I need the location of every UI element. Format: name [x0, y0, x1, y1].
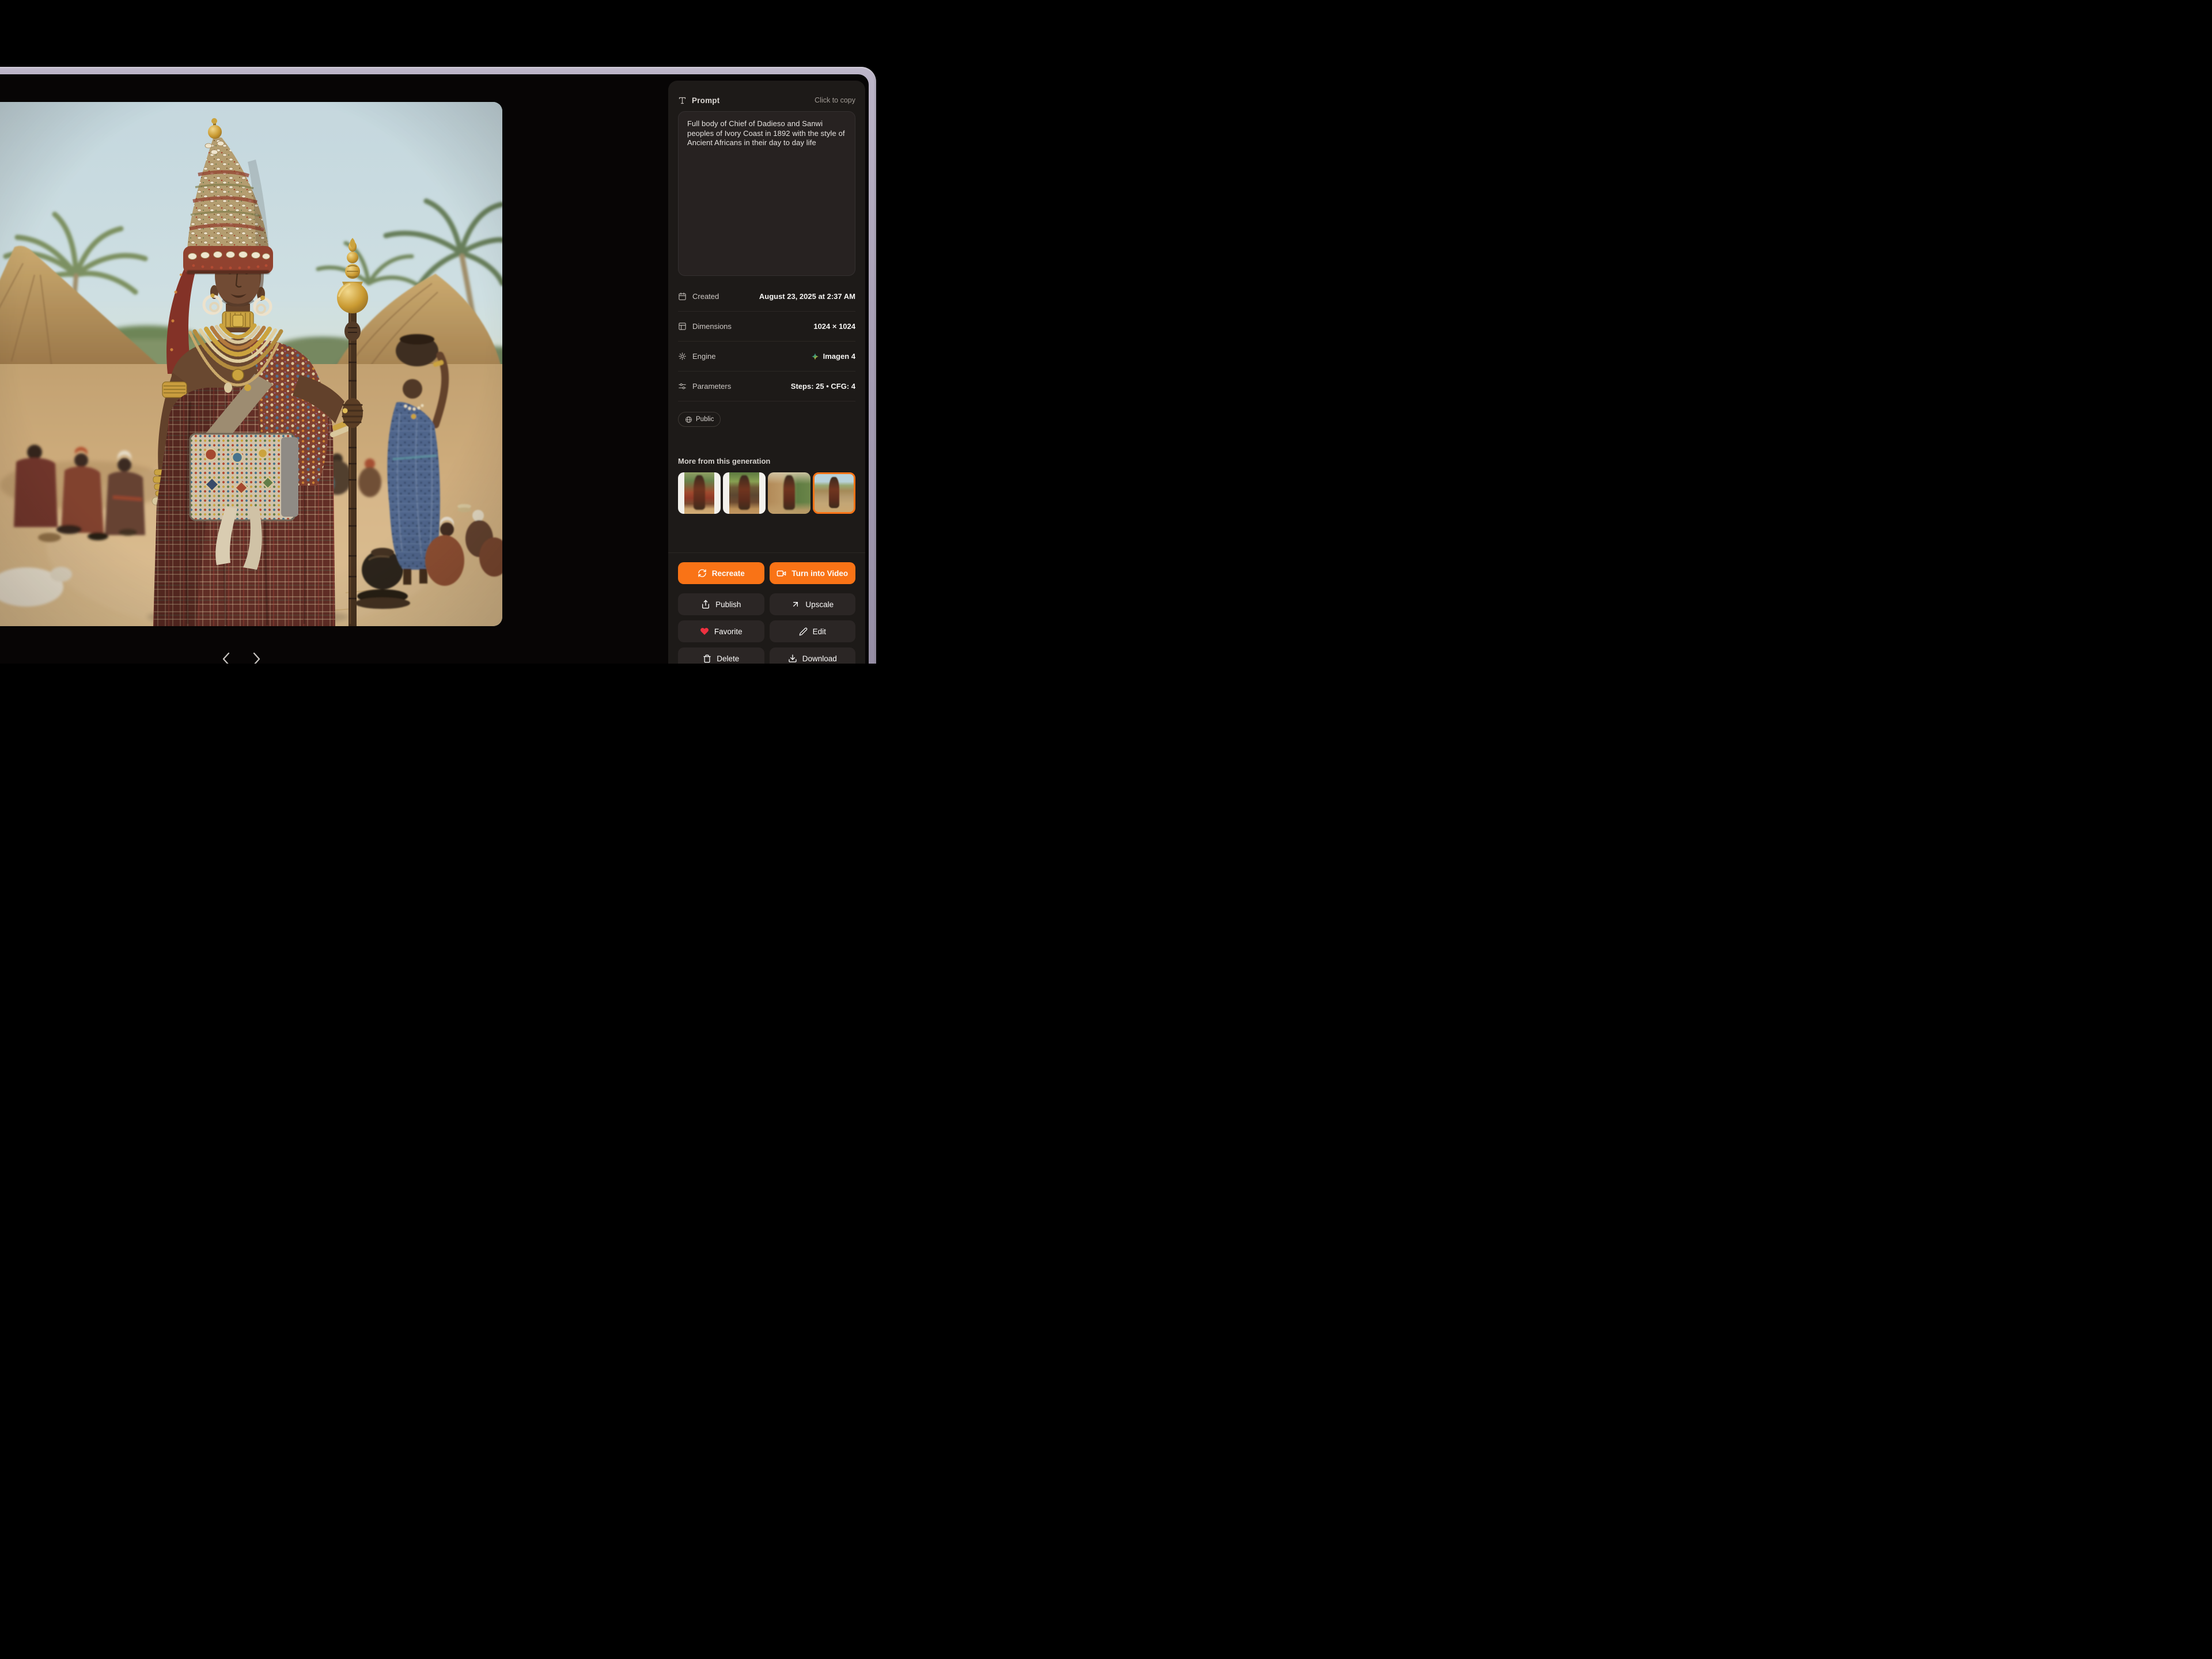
imagen-star-icon	[811, 353, 819, 361]
upscale-label: Upscale	[805, 600, 834, 609]
arrow-up-right-icon	[791, 600, 800, 609]
dimensions-value: 1024 × 1024	[813, 322, 855, 331]
type-icon	[678, 96, 687, 105]
village-chief-scene	[0, 102, 502, 626]
app-screen: Prompt Click to copy Full body of Chief …	[0, 0, 885, 664]
visibility-badge: Public	[678, 412, 721, 427]
dimensions-label: Dimensions	[692, 322, 732, 331]
generation-thumbnails	[678, 472, 855, 514]
recreate-button[interactable]: Recreate	[678, 562, 764, 584]
generated-image	[0, 102, 502, 626]
previous-image-button[interactable]	[219, 652, 232, 664]
thumbnail-3-figure	[783, 475, 794, 510]
engine-row: Engine Imagen 4	[678, 342, 855, 372]
delete-button[interactable]: Delete	[678, 647, 764, 664]
thumbnail-1[interactable]	[678, 472, 721, 514]
chevron-right-icon	[253, 652, 260, 664]
engine-name: Imagen 4	[823, 352, 855, 361]
action-footer: Recreate Turn into Video Publish	[668, 552, 865, 664]
parameters-row: Parameters Steps: 25 • CFG: 4	[678, 372, 855, 402]
download-button[interactable]: Download	[770, 647, 856, 664]
turn-into-video-button[interactable]: Turn into Video	[770, 562, 856, 584]
turn-into-video-label: Turn into Video	[791, 569, 848, 578]
trash-icon	[703, 654, 711, 663]
favorite-button[interactable]: Favorite	[678, 620, 764, 642]
visibility-label: Public	[696, 416, 714, 423]
parameters-value: Steps: 25 • CFG: 4	[791, 382, 855, 391]
favorite-label: Favorite	[714, 627, 743, 636]
edit-button[interactable]: Edit	[770, 620, 856, 642]
pencil-icon	[799, 627, 808, 636]
thumbnail-2-figure	[738, 475, 749, 510]
details-panel: Prompt Click to copy Full body of Chief …	[668, 81, 865, 664]
next-image-button[interactable]	[250, 652, 263, 664]
more-from-generation-title: More from this generation	[678, 457, 855, 466]
prompt-label: Prompt	[692, 96, 719, 105]
prompt-box[interactable]: Full body of Chief of Dadieso and Sanwi …	[678, 111, 855, 276]
download-label: Download	[802, 654, 837, 663]
prompt-text: Full body of Chief of Dadieso and Sanwi …	[687, 119, 846, 148]
thumbnail-4-figure	[829, 477, 839, 509]
detail-rows: Created August 23, 2025 at 2:37 AM Dimen…	[678, 282, 855, 402]
parameters-label: Parameters	[692, 382, 731, 391]
thumbnail-1-figure	[694, 475, 704, 510]
heart-icon	[700, 627, 709, 636]
upscale-button[interactable]: Upscale	[770, 593, 856, 615]
engine-label: Engine	[692, 352, 715, 361]
calendar-icon	[678, 292, 687, 301]
prompt-header: Prompt Click to copy	[678, 94, 855, 106]
engine-icon	[678, 352, 687, 361]
share-icon	[701, 600, 710, 609]
created-row: Created August 23, 2025 at 2:37 AM	[678, 282, 855, 312]
thumbnail-2[interactable]	[723, 472, 766, 514]
edit-label: Edit	[813, 627, 826, 636]
video-camera-icon	[777, 569, 786, 578]
thumbnail-4-selected[interactable]	[813, 472, 855, 514]
download-icon	[788, 654, 797, 663]
created-label: Created	[692, 292, 719, 301]
globe-icon	[685, 416, 692, 423]
engine-value: Imagen 4	[811, 352, 855, 361]
sliders-icon	[678, 382, 687, 391]
delete-label: Delete	[717, 654, 739, 663]
created-value: August 23, 2025 at 2:37 AM	[759, 292, 855, 301]
publish-label: Publish	[715, 600, 741, 609]
recreate-label: Recreate	[712, 569, 745, 578]
publish-button[interactable]: Publish	[678, 593, 764, 615]
click-to-copy[interactable]: Click to copy	[815, 96, 855, 104]
chevron-left-icon	[222, 652, 230, 664]
thumbnail-3[interactable]	[768, 472, 810, 514]
dimensions-row: Dimensions 1024 × 1024	[678, 312, 855, 342]
layout-icon	[678, 322, 687, 331]
refresh-icon	[698, 569, 707, 578]
